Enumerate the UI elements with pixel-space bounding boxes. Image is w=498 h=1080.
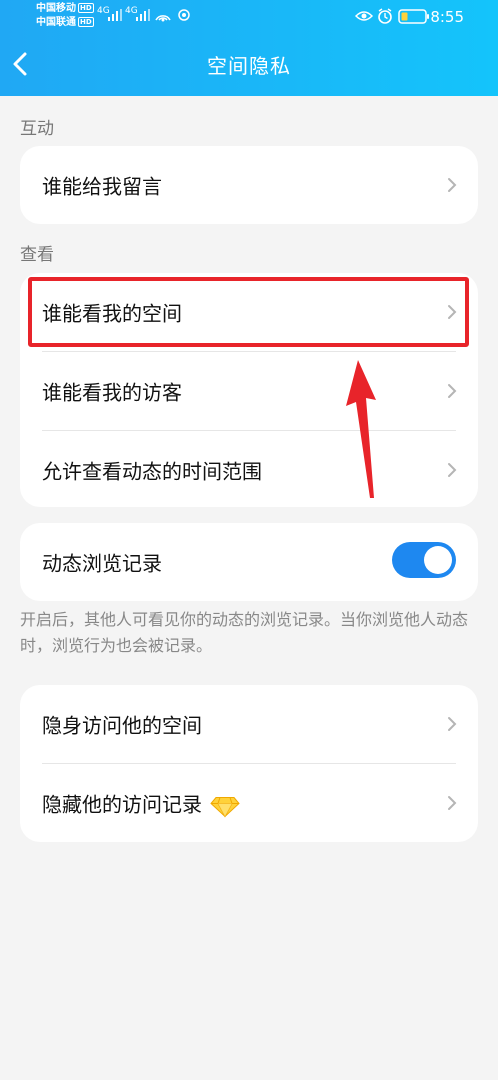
- hotspot-icon: [178, 9, 190, 21]
- chevron-right-icon: [448, 796, 457, 810]
- section-label-view: 查看: [20, 245, 54, 265]
- row-label: 谁能看我的访客: [42, 380, 182, 405]
- row-label: 动态浏览记录: [42, 551, 162, 576]
- annotation-arrow-icon: [346, 360, 376, 498]
- row-label-with-badge: 隐藏他的访问记录: [42, 789, 240, 818]
- row-hide-visit-record[interactable]: 隐藏他的访问记录: [20, 764, 478, 842]
- interaction-card: 谁能给我留言: [20, 146, 478, 224]
- section-label-interaction: 互动: [20, 119, 54, 139]
- chevron-right-icon: [448, 717, 457, 731]
- row-label: 谁能给我留言: [42, 174, 162, 199]
- browse-record-note: 开启后，其他人可看见你的动态的浏览记录。当你浏览他人动态时，浏览行为也会被记录。: [20, 610, 469, 655]
- alarm-icon: [378, 8, 392, 24]
- chevron-right-icon: [448, 384, 457, 398]
- browse-record-card: 动态浏览记录: [20, 523, 478, 601]
- carrier-1: 中国移动 HD: [36, 3, 94, 14]
- row-invisible-visit[interactable]: 隐身访问他的空间: [20, 685, 478, 763]
- wifi-icon: [155, 15, 171, 22]
- browse-record-toggle[interactable]: [392, 542, 456, 578]
- eye-icon: [355, 11, 373, 21]
- row-browse-record: 动态浏览记录: [20, 523, 478, 601]
- signal-icon-2: [136, 9, 150, 21]
- clock: 8:55: [430, 8, 464, 26]
- stealth-card: 隐身访问他的空间 隐藏他的访问记录: [20, 685, 478, 842]
- app-header: 中国移动 HD 中国联通 HD 4G 4G 8:55 空间隐私: [0, 0, 498, 96]
- diamond-vip-icon: [210, 796, 240, 817]
- row-who-can-see-visitors[interactable]: 谁能看我的访客: [20, 352, 478, 430]
- chevron-right-icon: [448, 178, 457, 192]
- carrier-2: 中国联通 HD: [36, 17, 94, 28]
- row-allowed-time-range[interactable]: 允许查看动态的时间范围: [20, 431, 478, 509]
- status-bar: 中国移动 HD 中国联通 HD 4G 4G 8:55: [0, 0, 498, 34]
- highlight-box: [28, 277, 469, 347]
- toggle-knob: [424, 546, 452, 574]
- page-title: 空间隐私: [207, 54, 291, 78]
- row-who-can-message[interactable]: 谁能给我留言: [20, 146, 478, 224]
- row-label: 隐身访问他的空间: [42, 713, 202, 738]
- signal-icon-1: [108, 9, 122, 21]
- chevron-right-icon: [448, 463, 457, 477]
- battery-icon: [398, 9, 429, 24]
- row-label: 允许查看动态的时间范围: [42, 459, 262, 484]
